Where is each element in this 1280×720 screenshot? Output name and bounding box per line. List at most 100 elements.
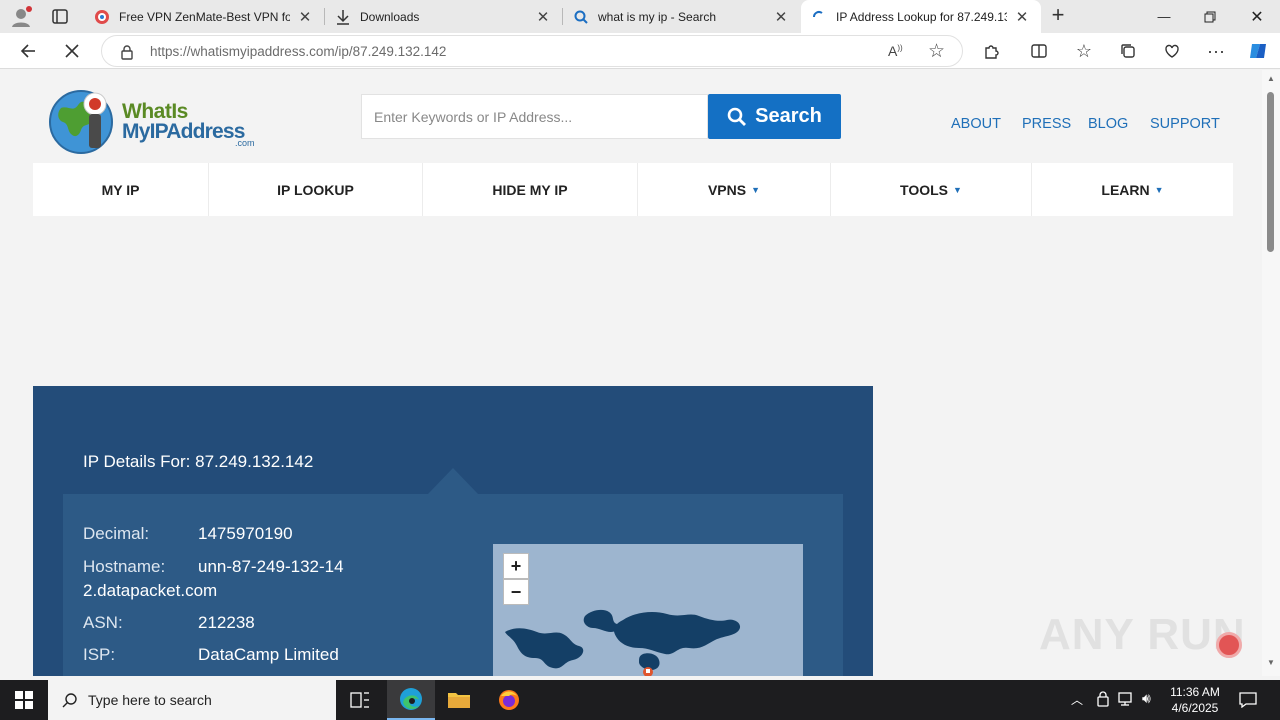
collections-icon[interactable] bbox=[1114, 37, 1142, 65]
blog-link[interactable]: BLOG bbox=[1088, 116, 1128, 132]
support-link[interactable]: SUPPORT bbox=[1150, 116, 1220, 132]
stop-loading-button[interactable] bbox=[58, 37, 86, 65]
task-view-icon[interactable] bbox=[336, 680, 384, 720]
scroll-up-icon[interactable]: ▲ bbox=[1267, 74, 1275, 83]
globe-logo-icon bbox=[49, 90, 113, 154]
nav-my-ip[interactable]: MY IP bbox=[33, 163, 209, 216]
vpn-tray-icon[interactable] bbox=[1096, 691, 1110, 710]
new-tab-button[interactable]: + bbox=[1046, 4, 1070, 28]
firefox-icon[interactable] bbox=[485, 680, 533, 720]
nav-label: LEARN bbox=[1101, 181, 1150, 198]
page-scrollbar[interactable]: ▲ ▼ bbox=[1262, 70, 1280, 676]
browser-essentials-icon[interactable] bbox=[1158, 37, 1186, 65]
minimize-button[interactable]: — bbox=[1141, 0, 1187, 33]
split-screen-icon[interactable] bbox=[1025, 37, 1053, 65]
card-notch bbox=[428, 468, 478, 494]
more-menu-icon[interactable]: ··· bbox=[1202, 37, 1230, 65]
nav-tools[interactable]: TOOLS ▼ bbox=[831, 163, 1032, 216]
close-window-button[interactable]: ✕ bbox=[1234, 0, 1280, 33]
close-icon[interactable]: ✕ bbox=[772, 8, 790, 26]
record-indicator-icon bbox=[1216, 632, 1242, 658]
scroll-down-icon[interactable]: ▼ bbox=[1267, 658, 1275, 667]
zoom-out-button[interactable]: − bbox=[503, 579, 529, 605]
nav-label: TOOLS bbox=[900, 181, 949, 198]
lock-icon[interactable] bbox=[120, 44, 134, 63]
close-icon[interactable]: ✕ bbox=[296, 8, 314, 26]
search-icon bbox=[727, 107, 747, 126]
caret-down-icon: ▼ bbox=[953, 184, 962, 195]
nav-learn[interactable]: LEARN ▼ bbox=[1032, 163, 1233, 216]
edge-taskbar-icon[interactable] bbox=[387, 680, 435, 720]
tab-zenmate[interactable]: Free VPN ZenMate-Best VPN for ✕ bbox=[84, 0, 324, 33]
ip-details-panel: Decimal: 1475970190 Hostname: unn-87-249… bbox=[63, 494, 843, 676]
taskbar-search-placeholder: Type here to search bbox=[88, 692, 212, 708]
restore-button[interactable] bbox=[1187, 0, 1233, 33]
nav-label: MY IP bbox=[101, 181, 140, 198]
about-link[interactable]: ABOUT bbox=[951, 116, 1001, 132]
nav-hide-my-ip[interactable]: HIDE MY IP bbox=[423, 163, 638, 216]
main-nav: MY IP IP LOOKUP HIDE MY IP VPNS ▼ TOOLS ▼ … bbox=[33, 163, 1233, 216]
decimal-value: 1475970190 bbox=[198, 524, 293, 543]
tab-title: Downloads bbox=[360, 9, 420, 24]
tab-search[interactable]: what is my ip - Search ✕ bbox=[563, 0, 800, 33]
ip-details-title: IP Details For: 87.249.132.142 bbox=[83, 452, 314, 471]
windows-taskbar: Type here to search ︿ 🔊︎ 11:36 AM 4/6/20… bbox=[0, 680, 1280, 720]
clock-date: 4/6/2025 bbox=[1171, 701, 1219, 715]
show-hidden-icons-button[interactable]: ︿ bbox=[1071, 691, 1083, 708]
tab-ip-lookup[interactable]: IP Address Lookup for 87.249.132 ✕ bbox=[801, 0, 1041, 33]
search-icon bbox=[62, 693, 77, 708]
search-button[interactable]: Search bbox=[708, 94, 841, 139]
volume-icon[interactable]: 🔊︎ bbox=[1142, 690, 1151, 707]
isp-label: ISP: bbox=[83, 645, 116, 664]
close-icon[interactable]: ✕ bbox=[534, 8, 552, 26]
loading-icon bbox=[811, 9, 827, 25]
tab-strip: Free VPN ZenMate-Best VPN for ✕ Download… bbox=[0, 0, 1280, 33]
location-map[interactable]: + − bbox=[493, 544, 803, 676]
site-logo[interactable]: WhatIs MyIPAddress .com bbox=[47, 86, 259, 160]
tab-title: what is my ip - Search bbox=[598, 9, 717, 24]
favorites-icon[interactable]: ☆ bbox=[1070, 37, 1098, 65]
taskbar-clock[interactable]: 11:36 AM 4/6/2025 bbox=[1165, 684, 1225, 716]
asn-value: 212238 bbox=[198, 613, 255, 632]
decimal-label: Decimal: bbox=[83, 524, 150, 543]
extensions-icon[interactable] bbox=[977, 37, 1005, 65]
nav-label: IP LOOKUP bbox=[277, 181, 354, 198]
scrollbar-thumb[interactable] bbox=[1267, 92, 1274, 252]
hostname-value: unn-87-249-132-142.datapacket.com bbox=[83, 557, 344, 600]
taskbar-search-input[interactable]: Type here to search bbox=[48, 680, 336, 720]
logo-text: MyIPAddress bbox=[122, 120, 245, 143]
search-input[interactable]: Enter Keywords or IP Address... bbox=[361, 94, 708, 139]
logo-text: .com bbox=[235, 138, 255, 148]
notifications-icon[interactable] bbox=[1226, 680, 1270, 720]
profile-icon[interactable] bbox=[8, 5, 34, 29]
favorite-star-icon[interactable]: ☆ bbox=[928, 40, 945, 63]
back-button[interactable] bbox=[14, 37, 42, 65]
browser-toolbar: https://whatismyipaddress.com/ip/87.249.… bbox=[0, 33, 1280, 69]
file-explorer-icon[interactable] bbox=[435, 680, 483, 720]
copilot-icon[interactable] bbox=[1244, 37, 1272, 65]
zoom-in-button[interactable]: + bbox=[503, 553, 529, 579]
tab-downloads[interactable]: Downloads ✕ bbox=[325, 0, 562, 33]
watermark-text: ANY RUN bbox=[1039, 610, 1246, 659]
caret-down-icon: ▼ bbox=[1154, 184, 1164, 195]
search-placeholder: Enter Keywords or IP Address... bbox=[374, 108, 573, 125]
start-button[interactable] bbox=[0, 680, 48, 720]
close-icon[interactable]: ✕ bbox=[1013, 8, 1031, 26]
search-icon bbox=[573, 9, 589, 25]
nav-vpns[interactable]: VPNS ▼ bbox=[638, 163, 831, 216]
search-button-label: Search bbox=[755, 105, 822, 127]
read-aloud-icon[interactable]: A)) bbox=[888, 43, 903, 59]
press-link[interactable]: PRESS bbox=[1022, 116, 1071, 132]
anyrun-watermark: ANY RUN bbox=[1039, 610, 1246, 660]
isp-value: DataCamp Limited bbox=[198, 645, 339, 664]
nav-ip-lookup[interactable]: IP LOOKUP bbox=[209, 163, 423, 216]
zenmate-icon bbox=[94, 9, 110, 25]
network-icon[interactable] bbox=[1118, 692, 1136, 709]
tab-title: Free VPN ZenMate-Best VPN for bbox=[119, 9, 290, 24]
nav-label: HIDE MY IP bbox=[492, 181, 568, 198]
caret-down-icon: ▼ bbox=[751, 184, 761, 195]
web-page: WhatIs MyIPAddress .com Enter Keywords o… bbox=[3, 70, 1262, 676]
tab-actions-icon[interactable] bbox=[50, 8, 70, 26]
address-bar[interactable]: https://whatismyipaddress.com/ip/87.249.… bbox=[101, 35, 963, 67]
ip-details-card: IP Details For: 87.249.132.142 Decimal: … bbox=[33, 386, 873, 676]
